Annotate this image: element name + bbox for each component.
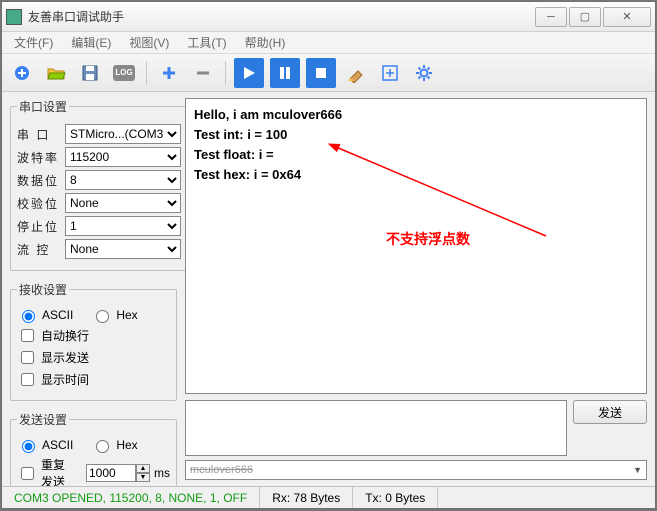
flow-select[interactable]: None [65, 239, 181, 259]
toolbar: LOG [2, 54, 655, 92]
recv-hex-radio[interactable]: Hex [91, 307, 137, 323]
port-settings-group: 串口设置 串 口STMicro...(COM3 波特率115200 数据位8 校… [10, 98, 188, 271]
spin-down[interactable]: ▼ [136, 473, 150, 482]
play-icon[interactable] [234, 58, 264, 88]
titlebar: 友善串口调试助手 ─ ▢ ✕ [2, 2, 655, 32]
send-settings-legend: 发送设置 [17, 411, 69, 428]
gear-icon[interactable] [410, 59, 438, 87]
minimize-button[interactable]: ─ [535, 7, 567, 27]
repeat-check[interactable]: 重复发送 [17, 456, 68, 486]
parity-label: 校验位 [17, 195, 61, 212]
recv-ascii-radio[interactable]: ASCII [17, 307, 73, 323]
port-label: 串 口 [17, 126, 61, 143]
plus-icon[interactable] [155, 59, 183, 87]
send-ascii-radio[interactable]: ASCII [17, 437, 73, 453]
stop-select[interactable]: 1 [65, 216, 181, 236]
new-icon[interactable] [8, 59, 36, 87]
status-connection: COM3 OPENED, 115200, 8, NONE, 1, OFF [2, 487, 260, 508]
menu-edit[interactable]: 编辑(E) [63, 32, 119, 53]
pause-icon[interactable] [270, 58, 300, 88]
menubar: 文件(F) 编辑(E) 视图(V) 工具(T) 帮助(H) [2, 32, 655, 54]
interval-input[interactable] [86, 464, 136, 482]
data-label: 数据位 [17, 172, 61, 189]
minus-icon[interactable] [189, 59, 217, 87]
chevron-down-icon: ▼ [633, 465, 642, 475]
recv-settings-legend: 接收设置 [17, 281, 69, 298]
send-settings-group: 发送设置 ASCII Hex 重复发送 ▲▼ ms [10, 411, 177, 486]
rx-line: Hello, i am mculover666 [194, 105, 638, 125]
open-icon[interactable] [42, 59, 70, 87]
spin-up[interactable]: ▲ [136, 464, 150, 473]
save-icon[interactable] [76, 59, 104, 87]
interval-unit: ms [154, 466, 170, 480]
menu-file[interactable]: 文件(F) [6, 32, 61, 53]
app-icon [6, 9, 22, 25]
stop-icon[interactable] [306, 58, 336, 88]
showtime-check[interactable]: 显示时间 [17, 370, 89, 389]
history-value: mculover666 [190, 464, 253, 476]
close-button[interactable]: ✕ [603, 7, 651, 27]
expand-icon[interactable] [376, 59, 404, 87]
receive-area[interactable]: Hello, i am mculover666 Test int: i = 10… [185, 98, 647, 394]
showsend-check[interactable]: 显示发送 [17, 348, 89, 367]
parity-select[interactable]: None [65, 193, 181, 213]
history-dropdown[interactable]: mculover666 ▼ [185, 460, 647, 480]
stop-label: 停止位 [17, 218, 61, 235]
menu-view[interactable]: 视图(V) [121, 32, 177, 53]
baud-select[interactable]: 115200 [65, 147, 181, 167]
status-tx: Tx: 0 Bytes [353, 487, 438, 508]
port-select[interactable]: STMicro...(COM3 [65, 124, 181, 144]
status-rx: Rx: 78 Bytes [260, 487, 353, 508]
flow-label: 流 控 [17, 241, 61, 258]
send-hex-radio[interactable]: Hex [91, 437, 137, 453]
data-select[interactable]: 8 [65, 170, 181, 190]
send-area[interactable] [185, 400, 567, 456]
maximize-button[interactable]: ▢ [569, 7, 601, 27]
sidebar: 串口设置 串 口STMicro...(COM3 波特率115200 数据位8 校… [2, 92, 185, 486]
menu-help[interactable]: 帮助(H) [237, 32, 294, 53]
port-settings-legend: 串口设置 [17, 98, 69, 115]
annotation-text: 不支持浮点数 [386, 229, 470, 249]
autowrap-check[interactable]: 自动换行 [17, 326, 89, 345]
clear-icon[interactable] [342, 59, 370, 87]
baud-label: 波特率 [17, 149, 61, 166]
interval-spinner[interactable]: ▲▼ [86, 464, 150, 482]
log-icon[interactable]: LOG [110, 59, 138, 87]
window-title: 友善串口调试助手 [28, 8, 533, 25]
menu-tools[interactable]: 工具(T) [179, 32, 234, 53]
send-button[interactable]: 发送 [573, 400, 647, 424]
statusbar: COM3 OPENED, 115200, 8, NONE, 1, OFF Rx:… [2, 486, 655, 508]
recv-settings-group: 接收设置 ASCII Hex 自动换行 显示发送 显示时间 [10, 281, 177, 401]
